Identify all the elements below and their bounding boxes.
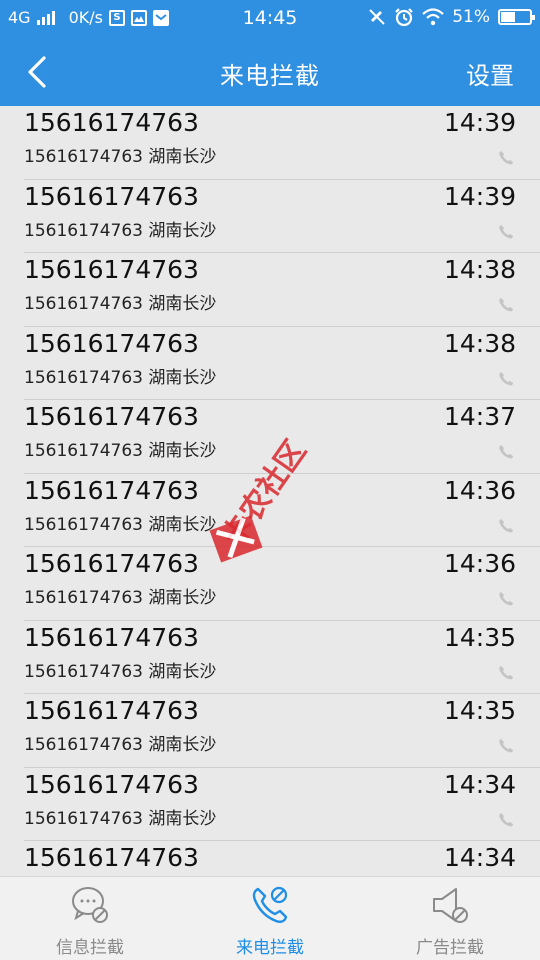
phone-icon (499, 298, 513, 312)
call-number: 15616174763 (24, 181, 199, 211)
phone-icon (499, 665, 513, 679)
call-detail: 15616174763 湖南长沙 (24, 294, 217, 314)
call-number: 15616174763 (24, 328, 199, 358)
call-time: 14:34 (443, 769, 516, 799)
call-detail: 15616174763 湖南长沙 (24, 514, 217, 535)
phone-icon (499, 151, 513, 165)
status-right: 51% (368, 7, 535, 27)
call-row[interactable]: 1561617476314:3415616174763 湖南长沙 (0, 841, 540, 876)
call-row[interactable]: 15616174763 14:35 15616174763 湖南长沙 (0, 694, 540, 768)
call-time: 14:36 (443, 549, 516, 578)
call-number: 15616174763 (24, 622, 199, 652)
tab-label: 来电拦截 (236, 938, 304, 958)
tab-label: 广告拦截 (416, 938, 484, 958)
call-number: 15616174763 (24, 255, 199, 284)
phone-icon (499, 592, 513, 606)
call-number: 15616174763 (24, 475, 199, 505)
settings-button[interactable]: 设置 (466, 56, 514, 91)
tab-ad-block[interactable]: 广告拦截 (360, 877, 540, 960)
call-time: 14:38 (443, 328, 516, 358)
call-time: 14:36 (443, 475, 516, 505)
call-time: 14:39 (443, 108, 516, 137)
call-row[interactable]: 15616174763 14:39 15616174763 湖南长沙 (0, 180, 540, 253)
call-row[interactable]: 15616174763 14:35 15616174763 湖南长沙 (0, 621, 540, 694)
battery-icon (498, 9, 535, 25)
call-row[interactable]: 15616174763 14:37 15616174763 湖南长沙 (0, 400, 540, 474)
call-detail: 15616174763 湖南长沙 (24, 661, 217, 682)
call-time: 14:35 (443, 622, 516, 652)
call-number: 15616174763 (24, 769, 199, 799)
call-number: 15616174763 (24, 108, 199, 137)
tab-call-block[interactable]: 来电拦截 (180, 877, 360, 960)
call-detail: 15616174763 湖南长沙 (24, 808, 217, 829)
speaker-block-icon (433, 888, 468, 923)
call-detail: 15616174763 湖南长沙 (24, 441, 217, 461)
alarm-icon (395, 8, 413, 27)
call-detail: 15616174763 湖南长沙 (24, 588, 217, 608)
page-title: 来电拦截 (220, 62, 320, 90)
call-number: 15616174763 (24, 549, 199, 578)
phone-block-icon (252, 886, 288, 923)
call-row[interactable]: 15616174763 14:34 15616174763 湖南长沙 (0, 768, 540, 841)
call-time: 14:39 (443, 181, 516, 211)
phone-icon (499, 518, 513, 532)
mute-icon (369, 9, 385, 25)
call-detail: 15616174763 湖南长沙 (24, 220, 217, 241)
call-time: 14:34 (443, 843, 516, 872)
battery-percent: 51% (452, 7, 490, 27)
call-number: 15616174763 (24, 696, 199, 725)
call-number: 15616174763 (24, 402, 199, 431)
call-row[interactable]: 15616174763 14:36 15616174763 湖南长沙 (0, 474, 540, 547)
call-row[interactable]: 15616174763 14:36 15616174763 湖南长沙 (0, 547, 540, 621)
message-block-icon (72, 887, 108, 923)
call-time: 14:37 (443, 402, 516, 431)
wifi-icon (422, 8, 444, 26)
phone-icon (499, 371, 513, 385)
phone-icon (499, 224, 513, 238)
call-row[interactable]: 15616174763 14:38 15616174763 湖南长沙 (0, 253, 540, 327)
call-number: 15616174763 (24, 843, 199, 872)
title-bar: 来电拦截 设置 (0, 36, 540, 106)
call-row[interactable]: 15616174763 14:39 15616174763 湖南长沙 (0, 106, 540, 180)
call-detail: 15616174763 湖南长沙 (24, 367, 217, 388)
tab-message-block[interactable]: 信息拦截 (0, 877, 180, 960)
call-time: 14:35 (443, 696, 516, 725)
status-bar: 4G 0K/s S 14:45 51% (0, 0, 540, 36)
call-detail: 15616174763 湖南长沙 (24, 147, 217, 167)
tab-label: 信息拦截 (56, 938, 124, 958)
call-row[interactable]: 15616174763 14:38 15616174763 湖南长沙 (0, 327, 540, 400)
call-detail: 15616174763 湖南长沙 (24, 735, 217, 755)
blocked-call-list[interactable]: 15616174763 14:39 15616174763 湖南长沙 15616174… (0, 106, 540, 876)
bottom-tab-bar: 信息拦截 来电拦截 广告拦截 (0, 876, 540, 960)
phone-icon (499, 812, 513, 826)
call-time: 14:38 (443, 255, 516, 284)
phone-icon (499, 445, 513, 459)
phone-icon (499, 739, 513, 753)
